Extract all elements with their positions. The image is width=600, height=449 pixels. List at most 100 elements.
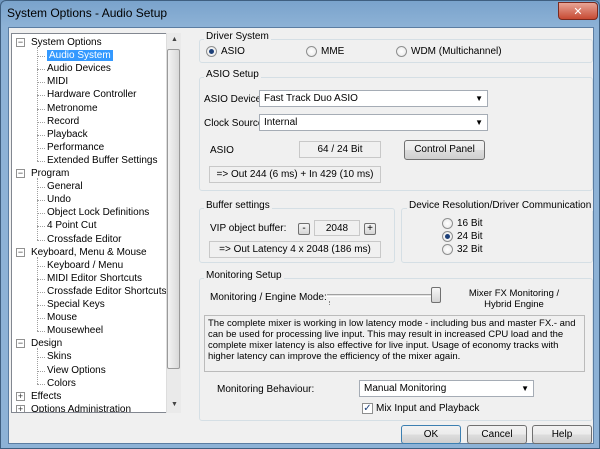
tree-item[interactable]: Mousewheel	[47, 324, 103, 337]
tree-item[interactable]: MIDI Editor Shortcuts	[47, 272, 142, 285]
driver-asio-radio[interactable]	[206, 46, 217, 57]
tree-connector	[37, 95, 45, 97]
tree-item[interactable]: Audio Devices	[47, 62, 111, 75]
tree-connector	[37, 121, 45, 123]
tree-item-label: Metronome	[47, 102, 98, 114]
tree-item-label: Keyboard, Menu & Mouse	[31, 246, 147, 258]
title-bar[interactable]: System Options - Audio Setup ✕	[1, 1, 600, 27]
engine-mode-value-line2: Hybrid Engine	[484, 299, 544, 310]
tree-item[interactable]: System Options	[31, 36, 102, 49]
chevron-down-icon: ▼	[521, 384, 529, 393]
collapse-icon[interactable]: −	[16, 169, 25, 178]
tree-item-label: Mouse	[47, 312, 78, 324]
tree-item[interactable]: Hardware Controller	[47, 88, 136, 101]
tree-item[interactable]: MIDI	[47, 75, 68, 88]
mix-input-label: Mix Input and Playback	[376, 403, 480, 414]
tree-item-label: Hardware Controller	[47, 89, 137, 101]
tree-item[interactable]: 4 Point Cut	[47, 219, 96, 232]
tree-item[interactable]: Skins	[47, 350, 71, 363]
engine-mode-slider-track[interactable]	[327, 294, 441, 297]
collapse-icon[interactable]: −	[16, 247, 25, 257]
scroll-up-icon[interactable]: ▲	[167, 36, 182, 43]
monitoring-behaviour-select[interactable]: Manual Monitoring ▼	[359, 380, 534, 397]
tree-item[interactable]: Colors	[47, 377, 76, 390]
driver-wdm-label: WDM (Multichannel)	[411, 46, 502, 57]
tree-item[interactable]: View Options	[47, 364, 106, 377]
close-window-button[interactable]: ✕	[558, 2, 598, 20]
vip-buffer-label: VIP object buffer:	[210, 223, 287, 234]
tree-item-label: Audio System	[47, 50, 113, 62]
tree-item[interactable]: Record	[47, 115, 79, 128]
expand-icon[interactable]: +	[16, 404, 25, 412]
tree-connector	[37, 291, 45, 293]
tree-item[interactable]: Performance	[47, 141, 104, 154]
engine-mode-slider-thumb[interactable]	[431, 287, 441, 303]
tree-item-label: Options Administration	[31, 403, 132, 413]
cancel-button[interactable]: Cancel	[467, 425, 527, 444]
tree-item[interactable]: Playback	[47, 128, 88, 141]
tree-item-label: Undo	[47, 194, 71, 206]
buffer-increase-button[interactable]: +	[364, 223, 376, 235]
engine-mode-label: Monitoring / Engine Mode:	[210, 292, 327, 303]
tree-item[interactable]: Metronome	[47, 102, 98, 115]
tree-item[interactable]: Undo	[47, 193, 71, 206]
tree-item[interactable]: Extended Buffer Settings	[47, 154, 157, 167]
clock-source-select[interactable]: Internal ▼	[259, 114, 488, 131]
tree-item[interactable]: General	[47, 180, 83, 193]
tree-item[interactable]: Special Keys	[47, 298, 105, 311]
driver-wdm-radio[interactable]	[396, 46, 407, 57]
chevron-down-icon: ▼	[475, 118, 483, 127]
mix-input-checkbox[interactable]: ✓	[362, 403, 373, 414]
tree-item[interactable]: Keyboard, Menu & Mouse	[31, 246, 147, 259]
tree-item[interactable]: Options Administration	[31, 403, 132, 413]
tree-item[interactable]: Mouse	[47, 311, 77, 324]
tree-connector	[37, 200, 45, 202]
tree-connector	[37, 160, 45, 162]
clock-source-label: Clock Source:	[204, 118, 267, 129]
close-icon: ✕	[573, 5, 583, 18]
options-tree[interactable]: System Options − Audio System Audio Devices…	[11, 33, 181, 413]
tree-item[interactable]: Design	[31, 337, 62, 350]
tree-connector	[37, 318, 45, 320]
asio-device-select[interactable]: Fast Track Duo ASIO ▼	[259, 90, 488, 107]
tree-connector	[37, 178, 38, 240]
monitoring-description: The complete mixer is working in low lat…	[204, 315, 585, 372]
help-button[interactable]: Help	[532, 425, 592, 444]
collapse-icon[interactable]: −	[16, 339, 25, 349]
tree-item[interactable]: Crossfade Editor	[47, 233, 121, 246]
driver-system-title: Driver System	[204, 31, 271, 42]
scroll-down-icon[interactable]: ▼	[167, 401, 182, 408]
tree-item-label: Special Keys	[47, 299, 105, 310]
tree-item-label: Keyboard / Menu	[47, 259, 124, 271]
tree-item[interactable]: Crossfade Editor Shortcuts	[47, 285, 167, 298]
vip-buffer-value[interactable]: 2048	[314, 220, 360, 236]
tree-item[interactable]: Effects	[31, 390, 61, 403]
tree-connector	[37, 226, 45, 228]
tree-item-label: Colors	[47, 377, 76, 389]
resolution-24bit-radio[interactable]	[442, 231, 453, 242]
tree-connector	[37, 383, 45, 385]
tree-item[interactable]: Object Lock Definitions	[47, 206, 149, 219]
tree-connector	[37, 56, 45, 58]
tree-connector	[37, 213, 45, 215]
resolution-16bit-label: 16 Bit	[457, 218, 483, 229]
control-panel-button[interactable]: Control Panel	[404, 140, 485, 160]
resolution-32bit-radio[interactable]	[442, 244, 453, 255]
tree-connector	[37, 357, 45, 359]
tree-connector	[37, 331, 45, 333]
resolution-32bit-label: 32 Bit	[457, 244, 483, 255]
resolution-16bit-radio[interactable]	[442, 218, 453, 229]
tree-item-label: Effects	[31, 390, 62, 402]
collapse-icon[interactable]: −	[16, 38, 25, 47]
ok-button[interactable]: OK	[401, 425, 461, 444]
expand-icon[interactable]: +	[16, 391, 25, 401]
device-resolution-group	[401, 208, 593, 263]
tree-item-label: General	[47, 181, 83, 193]
tree-item-label: MIDI Editor Shortcuts	[47, 272, 143, 284]
window-title: System Options - Audio Setup	[7, 6, 168, 20]
tree-item[interactable]: Keyboard / Menu	[47, 259, 123, 272]
buffer-decrease-button[interactable]: -	[298, 223, 310, 235]
driver-mme-radio[interactable]	[306, 46, 317, 57]
tree-scroll-thumb[interactable]	[167, 49, 180, 369]
tree-item[interactable]: Audio System	[47, 49, 113, 62]
